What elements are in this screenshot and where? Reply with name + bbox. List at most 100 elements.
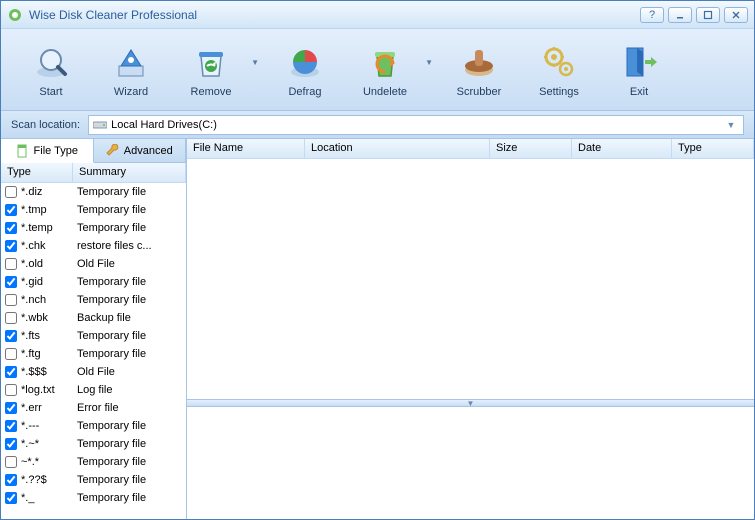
col-summary-header[interactable]: Summary bbox=[73, 163, 186, 182]
toolbar-scrubber-button[interactable]: Scrubber bbox=[439, 36, 519, 104]
col-filename-header[interactable]: File Name bbox=[187, 139, 305, 158]
minimize-button[interactable] bbox=[668, 7, 692, 23]
file-type-pattern: *.chk bbox=[21, 240, 73, 252]
file-type-checkbox[interactable] bbox=[5, 330, 17, 342]
col-type-header[interactable]: Type bbox=[672, 139, 754, 158]
file-type-row[interactable]: *.diz Temporary file bbox=[1, 183, 186, 201]
col-location-header[interactable]: Location bbox=[305, 139, 490, 158]
toolbar-settings-button[interactable]: Settings bbox=[519, 36, 599, 104]
file-type-summary: Temporary file bbox=[77, 294, 182, 306]
file-type-checkbox[interactable] bbox=[5, 420, 17, 432]
file-type-checkbox[interactable] bbox=[5, 204, 17, 216]
file-type-checkbox[interactable] bbox=[5, 474, 17, 486]
file-type-summary: Temporary file bbox=[77, 456, 182, 468]
chevron-down-icon[interactable]: ▼ bbox=[425, 58, 433, 67]
scan-location-combo[interactable]: Local Hard Drives(C:) ▼ bbox=[88, 115, 744, 135]
file-type-checkbox[interactable] bbox=[5, 312, 17, 324]
file-type-checkbox[interactable] bbox=[5, 294, 17, 306]
file-type-row[interactable]: *.ftgTemporary file bbox=[1, 345, 186, 363]
file-type-row[interactable]: *.ftsTemporary file bbox=[1, 327, 186, 345]
file-type-row[interactable]: *log.txtLog file bbox=[1, 381, 186, 399]
tab-advanced[interactable]: Advanced bbox=[94, 139, 187, 162]
file-type-pattern: *.$$$ bbox=[21, 366, 73, 378]
file-type-checkbox[interactable] bbox=[5, 258, 17, 270]
col-date-header[interactable]: Date bbox=[572, 139, 672, 158]
right-column-header: File Name Location Size Date Type bbox=[187, 139, 754, 159]
file-type-summary: Temporary file bbox=[77, 420, 182, 432]
file-type-checkbox[interactable] bbox=[5, 276, 17, 288]
file-type-checkbox[interactable] bbox=[5, 438, 17, 450]
file-type-pattern: *log.txt bbox=[21, 384, 73, 396]
results-area: ▼ bbox=[187, 159, 754, 519]
scan-location-value: Local Hard Drives(C:) bbox=[111, 119, 723, 131]
toolbar-start-button[interactable]: Start bbox=[11, 36, 91, 104]
left-column-header: Type Summary bbox=[1, 163, 186, 183]
file-type-summary: Temporary file bbox=[77, 204, 182, 216]
file-type-summary: restore files c... bbox=[77, 240, 182, 252]
settings-icon bbox=[539, 42, 579, 82]
file-type-checkbox[interactable] bbox=[5, 366, 17, 378]
file-type-pattern: *.temp bbox=[21, 222, 73, 234]
file-type-row[interactable]: *.chk restore files c... bbox=[1, 237, 186, 255]
file-type-checkbox[interactable] bbox=[5, 384, 17, 396]
file-type-pattern: *._ bbox=[21, 492, 73, 504]
file-type-row[interactable]: *.??$Temporary file bbox=[1, 471, 186, 489]
tab-advanced-label: Advanced bbox=[124, 145, 173, 157]
file-type-checkbox[interactable] bbox=[5, 492, 17, 504]
file-type-checkbox[interactable] bbox=[5, 402, 17, 414]
maximize-button[interactable] bbox=[696, 7, 720, 23]
col-type-header[interactable]: Type bbox=[1, 163, 73, 182]
file-type-pattern: ~*.* bbox=[21, 456, 73, 468]
file-type-summary: Temporary file bbox=[77, 222, 182, 234]
file-type-pattern: *.--- bbox=[21, 420, 73, 432]
window-controls: ? bbox=[640, 7, 748, 23]
file-type-row[interactable]: *.old Old File bbox=[1, 255, 186, 273]
file-type-pattern: *.wbk bbox=[21, 312, 73, 324]
file-type-summary: Temporary file bbox=[77, 492, 182, 504]
file-type-checkbox[interactable] bbox=[5, 456, 17, 468]
file-type-pattern: *.old bbox=[21, 258, 73, 270]
chevron-down-icon: ▼ bbox=[723, 120, 739, 130]
close-button[interactable] bbox=[724, 7, 748, 23]
help-button[interactable]: ? bbox=[640, 7, 664, 23]
file-type-summary: Temporary file bbox=[77, 330, 182, 342]
col-size-header[interactable]: Size bbox=[490, 139, 572, 158]
exit-icon bbox=[619, 42, 659, 82]
file-type-summary: Old File bbox=[77, 258, 182, 270]
file-type-row[interactable]: *.nchTemporary file bbox=[1, 291, 186, 309]
file-type-checkbox[interactable] bbox=[5, 348, 17, 360]
file-type-summary: Temporary file bbox=[77, 474, 182, 486]
scrubber-icon bbox=[459, 42, 499, 82]
file-type-row[interactable]: *._ Temporary file bbox=[1, 489, 186, 507]
file-type-row[interactable]: *.~*Temporary file bbox=[1, 435, 186, 453]
file-type-row[interactable]: *.wbkBackup file bbox=[1, 309, 186, 327]
toolbar-undelete-label: Undelete bbox=[363, 86, 407, 98]
file-type-row[interactable]: *.$$$Old File bbox=[1, 363, 186, 381]
file-type-checkbox[interactable] bbox=[5, 240, 17, 252]
file-type-list[interactable]: *.dizTemporary file*.tmpTemporary file*.… bbox=[1, 183, 186, 519]
toolbar-defrag-button[interactable]: Defrag bbox=[265, 36, 345, 104]
toolbar-settings-label: Settings bbox=[539, 86, 579, 98]
file-type-checkbox[interactable] bbox=[5, 222, 17, 234]
toolbar-defrag-label: Defrag bbox=[288, 86, 321, 98]
file-type-row[interactable]: *.--- Temporary file bbox=[1, 417, 186, 435]
file-type-pattern: *.diz bbox=[21, 186, 73, 198]
file-type-row[interactable]: *.tmpTemporary file bbox=[1, 201, 186, 219]
file-type-checkbox[interactable] bbox=[5, 186, 17, 198]
toolbar: StartWizardRemove▼DefragUndelete▼Scrubbe… bbox=[1, 29, 754, 111]
file-type-row[interactable]: ~*.* Temporary file bbox=[1, 453, 186, 471]
remove-icon bbox=[191, 42, 231, 82]
file-type-summary: Temporary file bbox=[77, 186, 182, 198]
file-type-row[interactable]: *.errError file bbox=[1, 399, 186, 417]
left-panel: File Type Advanced Type Summary *.diz Tem… bbox=[1, 139, 187, 519]
defrag-icon bbox=[285, 42, 325, 82]
toolbar-exit-button[interactable]: Exit bbox=[599, 36, 679, 104]
file-type-row[interactable]: *.gidTemporary file bbox=[1, 273, 186, 291]
horizontal-splitter[interactable]: ▼ bbox=[187, 399, 754, 407]
tab-file-type[interactable]: File Type bbox=[1, 139, 94, 163]
file-type-row[interactable]: *.temp Temporary file bbox=[1, 219, 186, 237]
toolbar-undelete-button[interactable]: Undelete▼ bbox=[345, 36, 425, 104]
toolbar-remove-button[interactable]: Remove▼ bbox=[171, 36, 251, 104]
chevron-down-icon[interactable]: ▼ bbox=[251, 58, 259, 67]
toolbar-wizard-button[interactable]: Wizard bbox=[91, 36, 171, 104]
